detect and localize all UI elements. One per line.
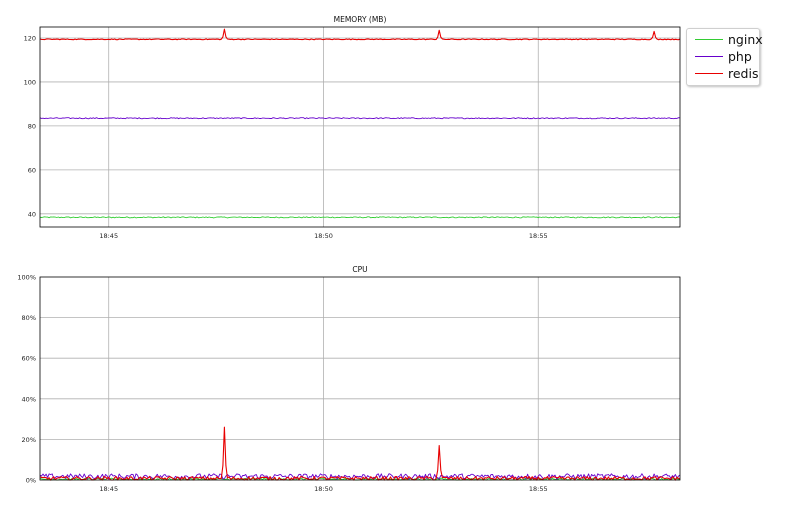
x-tick-label: 18:55 xyxy=(529,232,548,240)
y-tick-label: 80 xyxy=(28,122,36,130)
x-tick-label: 18:45 xyxy=(99,485,118,493)
y-tick-label: 40 xyxy=(28,210,36,218)
chart-title: CPU xyxy=(352,265,367,274)
plot-area xyxy=(40,27,680,227)
legend-swatch-redis xyxy=(695,73,723,74)
legend-swatch-nginx xyxy=(695,39,723,40)
y-tick-label: 60% xyxy=(22,355,36,363)
x-tick-label: 18:55 xyxy=(529,485,548,493)
y-tick-label: 80% xyxy=(22,314,36,322)
y-tick-label: 100 xyxy=(24,78,36,86)
x-tick-label: 18:50 xyxy=(314,232,333,240)
legend-swatch-php xyxy=(695,56,723,57)
chart-title: MEMORY (MB) xyxy=(334,15,387,24)
y-tick-label: 20% xyxy=(22,436,36,444)
legend: nginx php redis xyxy=(686,28,763,86)
legend-label-redis: redis xyxy=(728,66,759,81)
y-tick-label: 60 xyxy=(28,166,36,174)
y-tick-label: 40% xyxy=(22,395,36,403)
plot-area xyxy=(40,277,680,480)
legend-item-redis: redis xyxy=(691,65,761,82)
legend-label-php: php xyxy=(728,49,752,64)
legend-label-nginx: nginx xyxy=(728,32,763,47)
x-tick-label: 18:45 xyxy=(99,232,118,240)
y-tick-label: 120 xyxy=(24,34,36,42)
memory-chart: 40 60 80 100 120 18:45 18:50 18:55 MEMORY (MB) xyxy=(24,15,681,240)
cpu-chart: 0% 20% 40% 60% 80% 100% 18:45 18:50 18:55 CPU xyxy=(17,265,681,493)
legend-item-php: php xyxy=(691,48,761,65)
legend-item-nginx: nginx xyxy=(691,31,763,48)
y-tick-label: 100% xyxy=(17,274,36,282)
x-tick-label: 18:50 xyxy=(314,485,333,493)
y-tick-label: 0% xyxy=(26,477,36,485)
charts-canvas: 40 60 80 100 120 18:45 18:50 18:55 MEMORY (MB) 0… xyxy=(17,15,681,493)
